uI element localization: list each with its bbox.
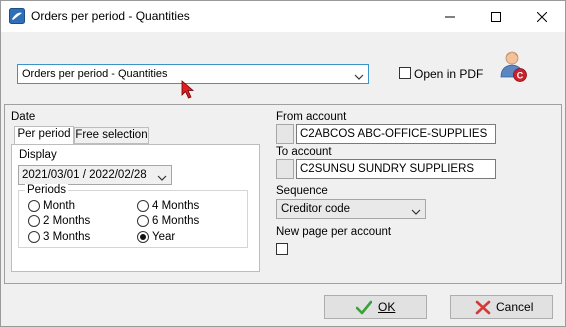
chevron-down-icon bbox=[354, 70, 364, 84]
tab-free-selection[interactable]: Free selection bbox=[74, 127, 149, 144]
radio-6-months[interactable] bbox=[137, 215, 149, 227]
radio-6-months-label: 6 Months bbox=[152, 215, 200, 227]
to-account-field[interactable]: C2SUNSU SUNDRY SUPPLIERS bbox=[296, 159, 496, 179]
display-period-select[interactable]: 2021/03/01 / 2022/02/28 bbox=[18, 165, 172, 185]
tab-free-selection-label: Free selection bbox=[75, 129, 148, 141]
radio-month[interactable] bbox=[28, 200, 40, 212]
from-account-label: From account bbox=[276, 111, 347, 123]
from-account-field[interactable]: C2ABCOS ABC-OFFICE-SUPPLIES bbox=[296, 124, 496, 144]
maximize-icon bbox=[491, 11, 501, 22]
chevron-down-icon bbox=[157, 171, 167, 185]
radio-2-months-label: 2 Months bbox=[43, 215, 91, 227]
sequence-select[interactable]: Creditor code bbox=[276, 199, 426, 219]
app-icon bbox=[9, 8, 25, 24]
close-icon bbox=[537, 11, 547, 22]
chevron-down-icon bbox=[411, 205, 421, 219]
radio-year[interactable] bbox=[137, 231, 149, 243]
tab-per-period[interactable]: Per period bbox=[14, 126, 74, 145]
date-section-label: Date bbox=[11, 111, 36, 123]
new-page-per-account-checkbox[interactable] bbox=[276, 243, 288, 255]
periods-group-label: Periods bbox=[25, 184, 68, 196]
radio-3-months[interactable] bbox=[28, 231, 40, 243]
report-select-value: Orders per period - Quantities bbox=[22, 68, 168, 80]
close-button[interactable] bbox=[519, 1, 565, 32]
radio-3-months-label: 3 Months bbox=[43, 231, 91, 243]
from-account-lookup-button[interactable] bbox=[276, 124, 294, 144]
sequence-value: Creditor code bbox=[281, 203, 351, 215]
display-period-value: 2021/03/01 / 2022/02/28 bbox=[22, 169, 147, 181]
to-account-value: C2SUNSU SUNDRY SUPPLIERS bbox=[300, 163, 475, 175]
mouse-cursor-icon bbox=[181, 80, 195, 103]
user-profile-icon[interactable]: C bbox=[499, 49, 527, 83]
ok-button-label: OK bbox=[378, 300, 396, 314]
display-label: Display bbox=[19, 149, 57, 161]
radio-year-label: Year bbox=[152, 231, 176, 243]
open-in-pdf-checkbox[interactable] bbox=[399, 67, 411, 79]
cancel-x-icon bbox=[475, 300, 491, 318]
from-account-value: C2ABCOS ABC-OFFICE-SUPPLIES bbox=[300, 128, 488, 140]
to-account-label: To account bbox=[276, 146, 332, 158]
minimize-button[interactable] bbox=[427, 1, 473, 32]
cancel-button[interactable]: Cancel bbox=[450, 295, 553, 319]
ok-button[interactable]: OK bbox=[324, 295, 427, 319]
minimize-icon bbox=[445, 12, 455, 22]
dialog-window: Orders per period - Quantities Orders pe… bbox=[0, 0, 566, 327]
radio-2-months[interactable] bbox=[28, 215, 40, 227]
sequence-label: Sequence bbox=[276, 185, 328, 197]
user-badge-letter: C bbox=[517, 71, 524, 81]
maximize-button[interactable] bbox=[473, 1, 519, 32]
title-bar: Orders per period - Quantities bbox=[1, 1, 565, 32]
window-title: Orders per period - Quantities bbox=[31, 9, 190, 23]
radio-month-label: Month bbox=[43, 200, 75, 212]
radio-4-months[interactable] bbox=[137, 200, 149, 212]
tab-per-period-label: Per period bbox=[17, 128, 71, 140]
cancel-button-label: Cancel bbox=[496, 300, 534, 314]
radio-4-months-label: 4 Months bbox=[152, 200, 200, 212]
new-page-per-account-label: New page per account bbox=[276, 226, 392, 238]
to-account-lookup-button[interactable] bbox=[276, 159, 294, 179]
checkmark-icon bbox=[355, 300, 373, 318]
open-in-pdf-label: Open in PDF bbox=[414, 67, 484, 81]
